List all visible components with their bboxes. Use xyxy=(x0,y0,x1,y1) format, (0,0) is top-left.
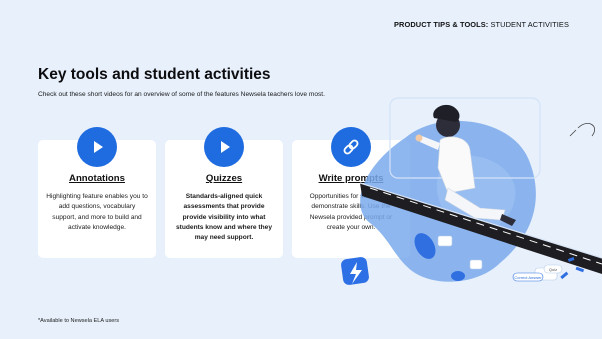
card-title-annotations[interactable]: Annotations xyxy=(38,173,156,184)
header-section: STUDENT ACTIVITIES xyxy=(490,20,569,29)
card-body-quizzes: Standards-aligned quick assessments that… xyxy=(176,193,272,242)
page-subtitle: Check out these short videos for an over… xyxy=(38,91,325,98)
play-icon[interactable] xyxy=(77,127,117,167)
correct-answer-tag: Correct Answer xyxy=(514,275,542,280)
quiz-tag: Quiz xyxy=(549,267,557,272)
card-annotations: Annotations Highlighting feature enables… xyxy=(38,127,156,258)
card-body-annotations: Highlighting feature enables you to add … xyxy=(46,193,148,231)
student-illustration: Correct Answer Quiz xyxy=(341,97,602,285)
footnote: *Available to Newsela ELA users xyxy=(38,318,120,324)
card-quizzes: Quizzes Standards-aligned quick assessme… xyxy=(165,127,283,258)
header-category: PRODUCT TIPS & TOOLS: xyxy=(394,20,489,29)
header-breadcrumb: PRODUCT TIPS & TOOLS: STUDENT ACTIVITIES xyxy=(394,20,569,29)
card-title-quizzes[interactable]: Quizzes xyxy=(165,173,283,184)
play-icon[interactable] xyxy=(204,127,244,167)
page-title: Key tools and student activities xyxy=(38,66,271,83)
